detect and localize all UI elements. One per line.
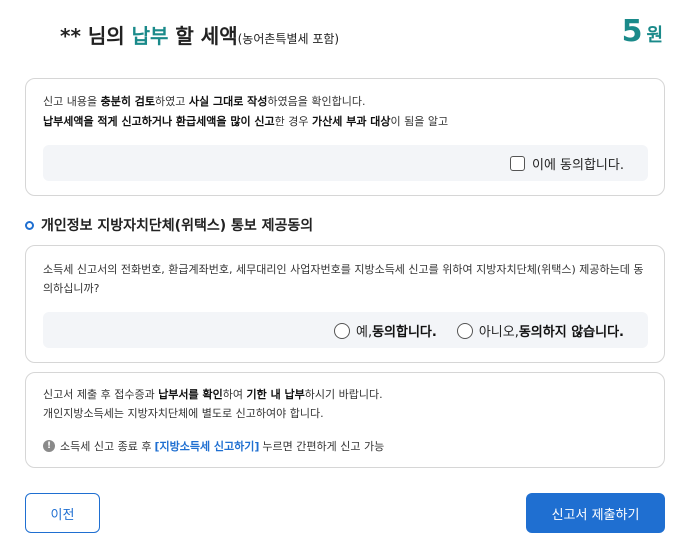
privacy-radio-group: 예, 동의합니다. 아니오, 동의하지 않습니다.: [314, 321, 624, 340]
bullet-circle-icon: [25, 220, 34, 230]
submit-button[interactable]: 신고서 제출하기: [526, 493, 665, 533]
checkbox-icon[interactable]: [510, 156, 525, 171]
agree-checkbox-label: 이에 동의합니다.: [532, 158, 624, 173]
privacy-card: 소득세 신고서의 전화번호, 환급계좌번호, 세무대리인 사업자번호를 지방소득…: [25, 245, 665, 363]
radio-circle-icon[interactable]: [456, 322, 473, 339]
radio-circle-icon[interactable]: [333, 322, 350, 339]
title-rest: 할 세액: [168, 24, 238, 48]
amount-value: 5: [621, 14, 643, 49]
header: ** 님의 납부 할 세액(농어촌특별세 포함) 5원: [0, 0, 679, 66]
privacy-description: 소득세 신고서의 전화번호, 환급계좌번호, 세무대리인 사업자번호를 지방소득…: [43, 263, 644, 295]
title-accent: 납부: [131, 24, 169, 48]
radio-yes-prefix: 예,: [355, 325, 373, 340]
confirm-line-1: 신고 내용을 충분히 검토하였고 사실 그대로 작성하였음을 확인합니다.: [43, 95, 366, 108]
confirm-card: 신고 내용을 충분히 검토하였고 사실 그대로 작성하였음을 확인합니다. 납부…: [25, 78, 665, 196]
title-prefix: ** 님의: [60, 24, 132, 48]
notice-text-a: 소득세 신고 종료 후: [60, 440, 152, 453]
info-line-2: 개인지방소득세는 지방자치단체에 별도로 신고하여야 합니다.: [43, 407, 324, 420]
privacy-options-box: 예, 동의합니다. 아니오, 동의하지 않습니다.: [43, 312, 648, 348]
confirm-line-2: 납부세액을 적게 신고하거나 환급세액을 많이 신고한 경우 가산세 부과 대상…: [43, 115, 449, 128]
radio-no-prefix: 아니오,: [478, 325, 519, 340]
confirm-text: 신고 내용을 충분히 검토하였고 사실 그대로 작성하였음을 확인합니다. 납부…: [43, 92, 653, 132]
exclamation-icon: !: [43, 440, 55, 452]
privacy-section-title: 개인정보 지방자치단체(위택스) 통보 제공동의: [25, 215, 313, 235]
amount-unit: 원: [646, 25, 663, 46]
notice: ! 소득세 신고 종료 후 [지방소득세 신고하기] 누르면 간편하게 신고 가…: [43, 438, 384, 454]
notice-text-b: 누르면 간편하게 신고 가능: [262, 440, 385, 453]
info-card: 신고서 제출 후 접수증과 납부서를 확인하여 기한 내 납부하시기 바랍니다.…: [25, 372, 665, 468]
radio-no-label: 동의하지 않습니다.: [518, 325, 624, 340]
radio-yes-label: 동의합니다.: [372, 325, 437, 340]
info-line-1: 신고서 제출 후 접수증과 납부서를 확인하여 기한 내 납부하시기 바랍니다.: [43, 388, 383, 401]
radio-no[interactable]: 아니오, 동의하지 않습니다.: [456, 321, 624, 340]
privacy-title-text: 개인정보 지방자치단체(위택스) 통보 제공동의: [41, 218, 314, 234]
title-sub: (농어촌특별세 포함): [237, 32, 340, 46]
info-text: 신고서 제출 후 접수증과 납부서를 확인하여 기한 내 납부하시기 바랍니다.…: [43, 385, 653, 423]
agree-box: 이에 동의합니다.: [43, 145, 648, 181]
prev-button[interactable]: 이전: [25, 493, 100, 533]
tax-amount: 5원: [622, 14, 663, 49]
radio-yes[interactable]: 예, 동의합니다.: [333, 321, 437, 340]
agree-checkbox[interactable]: 이에 동의합니다.: [510, 154, 624, 173]
page-title: ** 님의 납부 할 세액(농어촌특별세 포함): [60, 20, 339, 49]
local-tax-link[interactable]: [지방소득세 신고하기]: [154, 438, 259, 454]
